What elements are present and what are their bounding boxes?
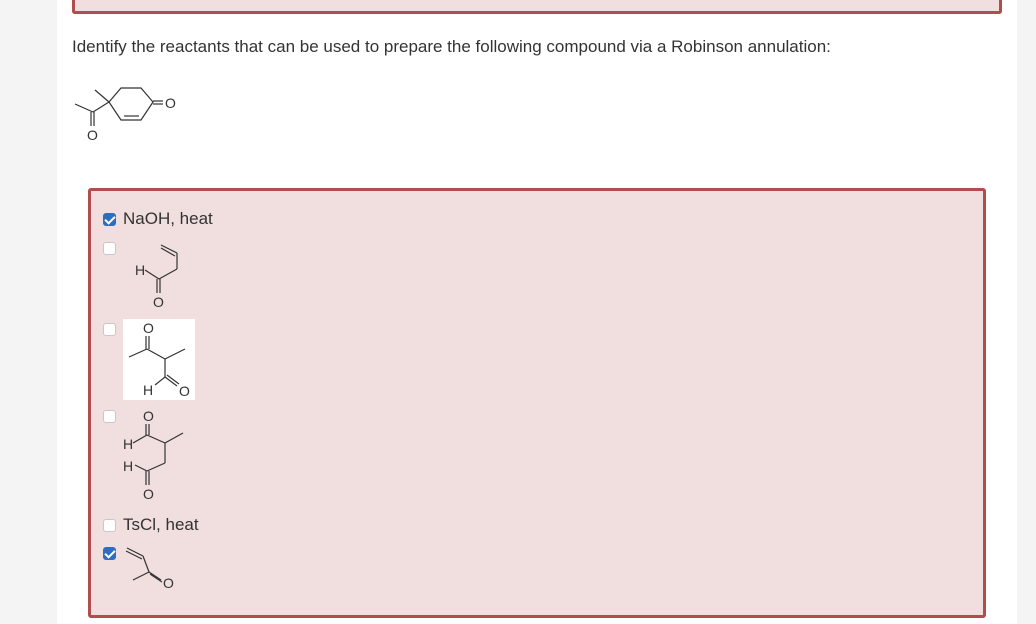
option-4-atom-o-bottom: O [143,486,154,502]
option-6-checkbox[interactable] [103,547,116,560]
answer-options-box: NaOH, heat H O O H O O H H O TsCl, heat … [88,188,986,618]
option-4-atom-h-bottom: H [123,458,133,474]
option-2-atom-o: O [153,294,164,310]
option-5-checkbox[interactable] [103,519,116,532]
option-3-checkbox[interactable] [103,323,116,336]
option-3-atom-o: O [179,383,190,399]
option-3-structure: O H O [128,320,190,399]
target-ketone-o: O [87,127,98,143]
option-4-atom-o-top: O [143,408,154,424]
option-2-structure: H O [135,244,178,310]
target-carbonyl-o: O [165,95,176,111]
option-2-checkbox[interactable] [103,242,116,255]
option-6-atom-o: O [163,575,174,591]
option-1-label: NaOH, heat [123,209,213,228]
question-text: Identify the reactants that can be used … [72,37,831,56]
option-5-label: TsCl, heat [123,515,199,534]
option-4-checkbox[interactable] [103,410,116,423]
option-3-atom-h: H [143,382,153,398]
option-2-atom-h: H [135,262,145,278]
target-compound-structure: O O [74,87,176,143]
option-1-checkbox[interactable] [103,213,116,226]
question-panel: Identify the reactants that can be used … [57,0,1017,624]
option-4-atom-h-top: H [123,436,133,452]
option-3-atom-o-top: O [143,320,154,336]
option-6-structure: O [125,547,174,591]
option-4-structure: O H H O [123,408,184,502]
previous-question-box [72,0,1002,14]
